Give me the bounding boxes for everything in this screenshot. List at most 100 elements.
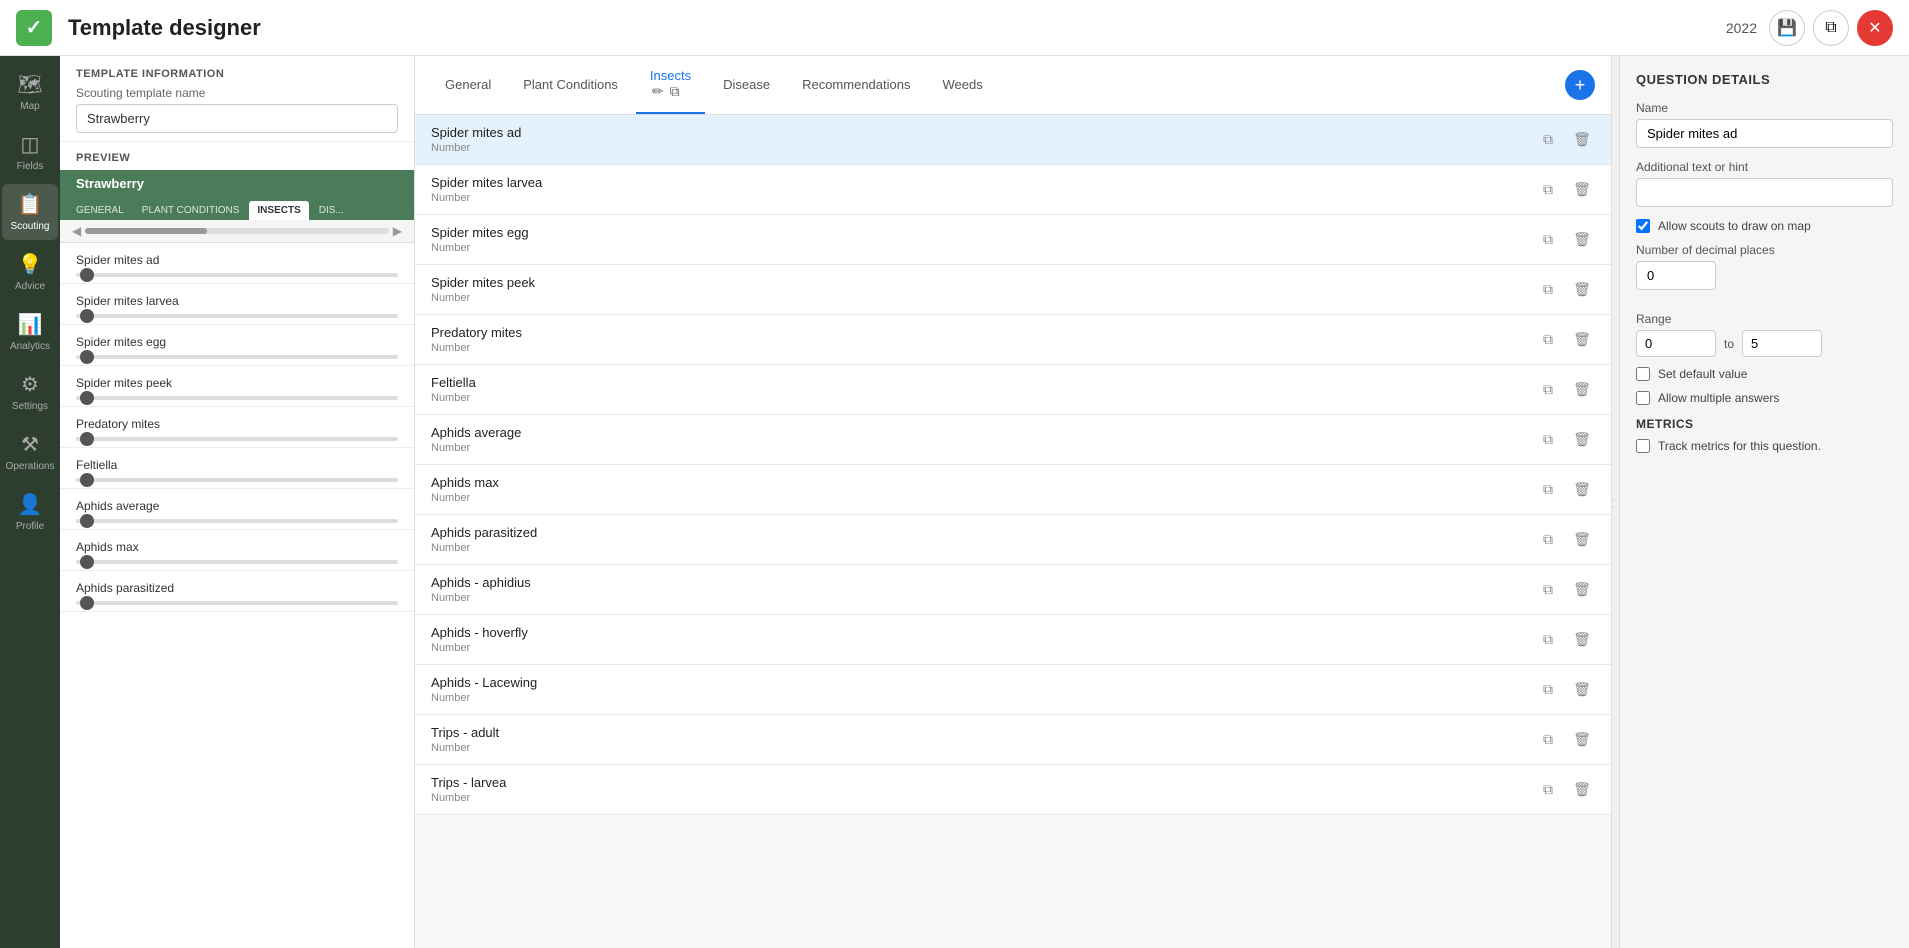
tab-disease[interactable]: Disease <box>709 65 784 106</box>
tab-recommendations[interactable]: Recommendations <box>788 65 924 106</box>
sidebar: 🗺 Map ◫ Fields 📋 Scouting 💡 Advice 📊 Ana… <box>0 56 60 948</box>
preview-slider-track <box>76 437 398 441</box>
question-info: Aphids - Lacewing Number <box>431 675 1535 704</box>
delete-question-btn[interactable]: 🗑 <box>1569 277 1595 303</box>
page-title: Template designer <box>68 15 261 41</box>
delete-question-btn[interactable]: 🗑 <box>1569 477 1595 503</box>
sidebar-item-map[interactable]: 🗺 Map <box>2 64 58 120</box>
tab-weeds[interactable]: Weeds <box>928 65 996 106</box>
set-default-checkbox[interactable] <box>1636 367 1650 381</box>
table-row[interactable]: Spider mites ad Number ⧉ 🗑 <box>415 115 1611 165</box>
table-row[interactable]: Feltiella Number ⧉ 🗑 <box>415 365 1611 415</box>
sidebar-item-fields[interactable]: ◫ Fields <box>2 124 58 180</box>
preview-tab-plant[interactable]: PLANT CONDITIONS <box>134 201 248 220</box>
add-question-btn[interactable]: + <box>1565 70 1595 100</box>
scroll-left-arrow[interactable]: ◀ <box>68 224 85 238</box>
table-row[interactable]: Aphids - hoverfly Number ⧉ 🗑 <box>415 615 1611 665</box>
delete-question-btn[interactable]: 🗑 <box>1569 577 1595 603</box>
delete-question-btn[interactable]: 🗑 <box>1569 627 1595 653</box>
copy-question-btn[interactable]: ⧉ <box>1535 777 1561 803</box>
preview-tab-general[interactable]: GENERAL <box>68 201 132 220</box>
delete-question-btn[interactable]: 🗑 <box>1569 377 1595 403</box>
sidebar-item-analytics[interactable]: 📊 Analytics <box>2 304 58 360</box>
tab-plant-conditions[interactable]: Plant Conditions <box>509 65 632 106</box>
tab-general[interactable]: General <box>431 65 505 106</box>
copy-question-btn[interactable]: ⧉ <box>1535 427 1561 453</box>
table-row[interactable]: Aphids max Number ⧉ 🗑 <box>415 465 1611 515</box>
table-row[interactable]: Aphids - Lacewing Number ⧉ 🗑 <box>415 665 1611 715</box>
allow-draw-checkbox[interactable] <box>1636 219 1650 233</box>
copy-question-btn[interactable]: ⧉ <box>1535 577 1561 603</box>
edit-icon[interactable]: ✏ <box>652 83 664 100</box>
table-row[interactable]: Spider mites egg Number ⧉ 🗑 <box>415 215 1611 265</box>
delete-question-btn[interactable]: 🗑 <box>1569 227 1595 253</box>
table-row[interactable]: Aphids - aphidius Number ⧉ 🗑 <box>415 565 1611 615</box>
table-row[interactable]: Trips - adult Number ⧉ 🗑 <box>415 715 1611 765</box>
delete-question-btn[interactable]: 🗑 <box>1569 127 1595 153</box>
table-row[interactable]: Spider mites peek Number ⧉ 🗑 <box>415 265 1611 315</box>
sidebar-item-scouting[interactable]: 📋 Scouting <box>2 184 58 240</box>
copy-question-btn[interactable]: ⧉ <box>1535 477 1561 503</box>
delete-question-btn[interactable]: 🗑 <box>1569 677 1595 703</box>
delete-question-btn[interactable]: 🗑 <box>1569 427 1595 453</box>
delete-question-btn[interactable]: 🗑 <box>1569 777 1595 803</box>
copy-question-btn[interactable]: ⧉ <box>1535 677 1561 703</box>
header-close-btn[interactable]: ✕ <box>1857 10 1893 46</box>
header-icons: 💾 ⧉ ✕ <box>1769 10 1893 46</box>
template-name-input[interactable] <box>76 104 398 133</box>
copy-question-btn[interactable]: ⧉ <box>1535 377 1561 403</box>
right-panel: QUESTION DETAILS Name Additional text or… <box>1619 56 1909 948</box>
sidebar-item-settings[interactable]: ⚙ Settings <box>2 364 58 420</box>
copy-question-btn[interactable]: ⧉ <box>1535 627 1561 653</box>
delete-question-btn[interactable]: 🗑 <box>1569 177 1595 203</box>
preview-slider-thumb <box>80 514 94 528</box>
copy-tab-icon[interactable]: ⧉ <box>670 83 680 100</box>
preview-tab-dis[interactable]: DIS... <box>311 201 352 220</box>
delete-question-btn[interactable]: 🗑 <box>1569 727 1595 753</box>
center-panel: General Plant Conditions Insects ✏ ⧉ Dis… <box>415 56 1611 948</box>
copy-question-btn[interactable]: ⧉ <box>1535 227 1561 253</box>
name-input[interactable] <box>1636 119 1893 148</box>
sidebar-item-operations[interactable]: ⚒ Operations <box>2 424 58 480</box>
scroll-right-arrow[interactable]: ▶ <box>389 224 406 238</box>
copy-question-btn[interactable]: ⧉ <box>1535 127 1561 153</box>
question-name: Aphids average <box>431 425 1535 440</box>
preview-tab-insects[interactable]: INSECTS <box>249 201 308 220</box>
preview-item-label: Feltiella <box>76 458 398 472</box>
question-info: Spider mites egg Number <box>431 225 1535 254</box>
header-save-btn[interactable]: 💾 <box>1769 10 1805 46</box>
hint-input[interactable] <box>1636 178 1893 207</box>
table-row[interactable]: Aphids parasitized Number ⧉ 🗑 <box>415 515 1611 565</box>
copy-question-btn[interactable]: ⧉ <box>1535 727 1561 753</box>
decimal-input[interactable] <box>1636 261 1716 290</box>
header-copy-btn[interactable]: ⧉ <box>1813 10 1849 46</box>
preview-scroll-bar: ◀ ▶ <box>60 220 414 243</box>
allow-multiple-checkbox[interactable] <box>1636 391 1650 405</box>
hint-label: Additional text or hint <box>1636 160 1893 174</box>
tab-insects[interactable]: Insects ✏ ⧉ <box>636 56 705 114</box>
sidebar-item-advice[interactable]: 💡 Advice <box>2 244 58 300</box>
question-name: Spider mites ad <box>431 125 1535 140</box>
delete-question-btn[interactable]: 🗑 <box>1569 327 1595 353</box>
table-row[interactable]: Predatory mites Number ⧉ 🗑 <box>415 315 1611 365</box>
copy-question-btn[interactable]: ⧉ <box>1535 527 1561 553</box>
set-default-label: Set default value <box>1658 367 1747 381</box>
range-to-input[interactable] <box>1742 330 1822 357</box>
operations-icon: ⚒ <box>21 432 39 457</box>
table-row[interactable]: Aphids average Number ⧉ 🗑 <box>415 415 1611 465</box>
table-row[interactable]: Trips - larvea Number ⧉ 🗑 <box>415 765 1611 815</box>
track-metrics-checkbox[interactable] <box>1636 439 1650 453</box>
table-row[interactable]: Spider mites larvea Number ⧉ 🗑 <box>415 165 1611 215</box>
sidebar-label-fields: Fields <box>17 161 44 172</box>
copy-question-btn[interactable]: ⧉ <box>1535 277 1561 303</box>
range-from-input[interactable] <box>1636 330 1716 357</box>
copy-question-btn[interactable]: ⧉ <box>1535 177 1561 203</box>
delete-question-btn[interactable]: 🗑 <box>1569 527 1595 553</box>
copy-question-btn[interactable]: ⧉ <box>1535 327 1561 353</box>
preview-item-label: Spider mites egg <box>76 335 398 349</box>
question-type: Number <box>431 392 1535 404</box>
question-name: Spider mites larvea <box>431 175 1535 190</box>
sidebar-item-profile[interactable]: 👤 Profile <box>2 484 58 540</box>
preview-slider-track <box>76 560 398 564</box>
drag-handle[interactable]: ⋮⋮ <box>1611 56 1619 948</box>
